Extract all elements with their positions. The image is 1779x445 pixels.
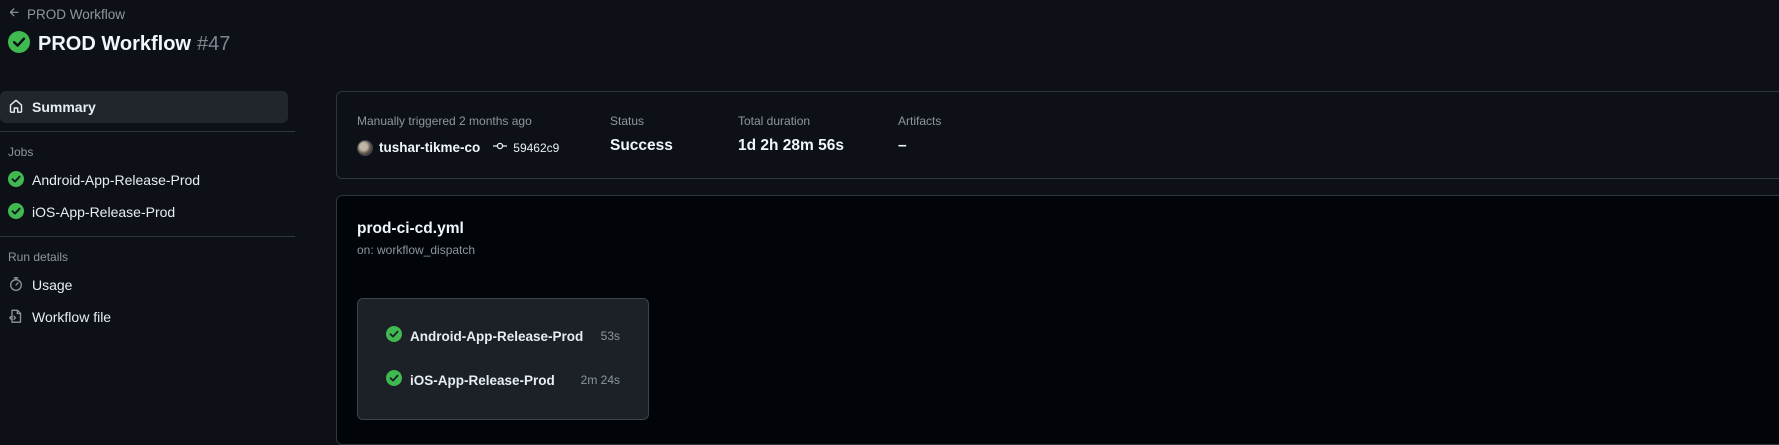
job-name: iOS-App-Release-Prod — [410, 372, 555, 388]
job-name: Android-App-Release-Prod — [410, 328, 584, 344]
trigger-info: Manually triggered 2 months ago tushar-t… — [357, 114, 559, 157]
workflow-graph-card: prod-ci-cd.yml on: workflow_dispatch And… — [336, 195, 1779, 445]
run-number: #47 — [196, 33, 231, 55]
trigger-text: Manually triggered 2 months ago — [357, 114, 532, 128]
back-to-workflow-link[interactable]: PROD Workflow — [8, 6, 125, 22]
workflow-trigger: on: workflow_dispatch — [357, 243, 476, 257]
status-value: Success — [610, 137, 673, 154]
sidebar-item-job-android[interactable]: Android-App-Release-Prod — [0, 164, 288, 196]
run-summary-card: Manually triggered 2 months ago tushar-t… — [336, 91, 1779, 179]
artifacts-label: Artifacts — [898, 114, 942, 128]
status-label: Status — [610, 114, 645, 128]
sidebar-item-label: iOS-App-Release-Prod — [32, 204, 176, 220]
sidebar-item-label: Android-App-Release-Prod — [32, 172, 201, 188]
sidebar-item-label: Usage — [32, 277, 73, 293]
sidebar-item-usage[interactable]: Usage — [0, 269, 288, 301]
success-check-icon — [386, 325, 402, 347]
sidebar-item-label: Workflow file — [32, 309, 112, 325]
workflow-title: PROD Workflow — [38, 33, 191, 55]
stopwatch-icon — [8, 276, 24, 295]
avatar[interactable] — [357, 139, 373, 156]
back-link-label: PROD Workflow — [27, 6, 126, 22]
success-check-icon — [8, 202, 24, 222]
job-duration: 2m 24s — [580, 373, 620, 387]
commit-sha: 59462c9 — [513, 140, 560, 155]
success-check-icon — [386, 369, 402, 391]
commit-link[interactable]: 59462c9 — [492, 138, 559, 157]
job-group: Android-App-Release-Prod 53s iOS-App-Rel… — [357, 298, 649, 420]
git-commit-icon — [492, 138, 508, 157]
duration-info: Total duration 1d 2h 28m 56s — [738, 114, 844, 155]
sidebar-item-label: Summary — [32, 99, 96, 115]
job-duration: 53s — [600, 329, 620, 343]
run-details-heading: Run details — [8, 250, 69, 264]
file-code-icon — [8, 308, 24, 327]
success-check-icon — [8, 31, 30, 58]
duration-value: 1d 2h 28m 56s — [738, 137, 844, 154]
artifacts-info: Artifacts – — [898, 114, 941, 155]
home-icon — [8, 98, 24, 117]
actor-link[interactable]: tushar-tikme-co — [379, 140, 480, 155]
sidebar-divider — [0, 131, 295, 132]
page-title: PROD Workflow #47 — [8, 31, 230, 58]
status-info: Status Success — [610, 114, 673, 155]
duration-label: Total duration — [738, 114, 811, 128]
arrow-left-icon — [8, 6, 21, 22]
sidebar: Summary Jobs Android-App-Release-Prod iO… — [0, 91, 296, 333]
workflow-file-name[interactable]: prod-ci-cd.yml — [357, 220, 464, 238]
jobs-heading: Jobs — [8, 145, 34, 159]
sidebar-item-job-ios[interactable]: iOS-App-Release-Prod — [0, 196, 288, 228]
success-check-icon — [8, 170, 24, 190]
sidebar-item-workflow-file[interactable]: Workflow file — [0, 301, 288, 333]
artifacts-value: – — [898, 137, 907, 154]
graph-job-android[interactable]: Android-App-Release-Prod 53s — [386, 325, 620, 347]
sidebar-divider — [0, 236, 295, 237]
graph-job-ios[interactable]: iOS-App-Release-Prod 2m 24s — [386, 369, 620, 391]
sidebar-item-summary[interactable]: Summary — [0, 91, 288, 123]
